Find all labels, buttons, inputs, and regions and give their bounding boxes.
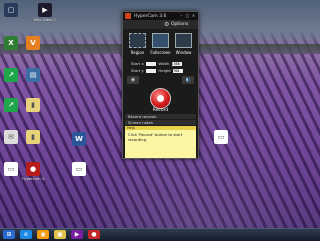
desktop-icon-label: HyperCam 3 — [22, 177, 44, 181]
fullscreen-icon — [152, 33, 169, 48]
hypercam-taskbar-icon[interactable]: ● — [88, 230, 100, 239]
file-icon: ▭ — [4, 162, 18, 176]
desktop-icon-label: Miro Video Converter — [34, 18, 56, 22]
file-icon: ▭ — [72, 162, 86, 176]
screen-notes-section[interactable]: Screen notes — [125, 120, 196, 125]
start-y-input[interactable] — [145, 69, 156, 73]
start-x-input[interactable] — [145, 62, 156, 66]
file-icon: ▭ — [214, 130, 228, 144]
region-label: Region — [130, 50, 145, 55]
fullscreen-label: Fullscreen — [150, 50, 171, 55]
window-label: Window — [175, 50, 192, 55]
v-app-icon: V — [26, 36, 40, 50]
desktop-icon[interactable]: ▮ — [22, 98, 44, 113]
video-converter-icon: ▶ — [38, 3, 52, 17]
excel-icon: X — [4, 36, 18, 50]
desktop-icon[interactable]: ▮ — [22, 130, 44, 145]
minimize-button[interactable]: – — [179, 13, 184, 18]
hypercam-window: HyperCam 3.6 – □ × ⚙ Options Region Full… — [122, 11, 199, 159]
options-menu[interactable]: Options — [171, 22, 188, 27]
desktop-icon[interactable]: ▢ — [0, 3, 22, 18]
title-bar[interactable]: HyperCam 3.6 – □ × — [123, 12, 198, 20]
window-mode-button[interactable]: Window — [173, 31, 194, 58]
start-button[interactable]: ⊞ — [3, 230, 15, 239]
record-label: Record — [152, 108, 169, 113]
desktop-icon[interactable]: ● HyperCam 3 — [22, 162, 44, 181]
maximize-button[interactable]: □ — [185, 13, 190, 18]
desktop-icon[interactable]: ▶Miro Video Converter — [34, 3, 56, 22]
desktop-icon[interactable]: ▭ — [210, 130, 232, 145]
desktop-icon[interactable]: ▤ — [22, 68, 44, 83]
window-icon — [175, 33, 192, 48]
menu-bar: ⚙ Options — [123, 20, 198, 29]
desktop-icon[interactable]: V — [22, 36, 44, 51]
ie-icon[interactable]: e — [20, 230, 32, 239]
help-panel: Click 'Record' button to start recording… — [125, 130, 196, 158]
media-player-icon[interactable]: ▶ — [71, 230, 83, 239]
word-icon: W — [72, 132, 86, 146]
document-icon: ▤ — [26, 68, 40, 82]
app-icon: ▢ — [4, 3, 18, 17]
shortcut-icon: ↗ — [4, 98, 18, 112]
fullscreen-mode-button[interactable]: Fullscreen — [150, 31, 171, 58]
mail-icon: ✉ — [4, 130, 18, 144]
height-label: Height — [158, 68, 171, 73]
close-button[interactable]: × — [191, 13, 196, 18]
recent-records-section[interactable]: Recent records — [125, 114, 196, 119]
record-button[interactable] — [150, 88, 171, 109]
desktop-icon[interactable]: W — [68, 132, 90, 147]
audio-icon[interactable]: ◐ — [182, 76, 194, 84]
region-icon — [129, 33, 146, 48]
start-x-row: Start x Width 1366 — [131, 61, 182, 66]
desktop-icon[interactable]: ▭ — [0, 162, 22, 177]
region-mode-button[interactable]: Region — [127, 31, 148, 58]
explorer-icon[interactable]: ▣ — [54, 230, 66, 239]
help-text: Click 'Record' button to start recording… — [128, 132, 183, 142]
height-input[interactable]: 768 — [173, 69, 184, 73]
width-input[interactable]: 1366 — [171, 62, 182, 66]
gear-icon[interactable]: ⚙ — [164, 21, 169, 28]
desktop-icon[interactable]: ↗ — [0, 98, 22, 113]
desktop-icon[interactable]: ↗ — [0, 68, 22, 83]
webcam-icon[interactable]: ◉ — [127, 76, 139, 84]
hypercam-icon: ● — [26, 162, 40, 176]
width-label: Width — [158, 61, 170, 66]
desktop-icon[interactable]: X — [0, 36, 22, 51]
start-y-label: Start y — [131, 68, 144, 73]
folder-icon: ▮ — [26, 130, 40, 144]
window-title: HyperCam 3.6 — [134, 13, 167, 19]
taskbar: ⊞ e ◉ ▣ ▶ ● — [0, 228, 320, 241]
desktop-icon[interactable]: ✉ — [0, 130, 22, 145]
desktop-icon[interactable]: ▭ — [68, 162, 90, 177]
hypercam-app-icon — [125, 13, 131, 19]
start-x-label: Start x — [131, 61, 144, 66]
folder-icon: ▮ — [26, 98, 40, 112]
shortcut-icon: ↗ — [4, 68, 18, 82]
chrome-icon[interactable]: ◉ — [37, 230, 49, 239]
start-y-row: Start y Height 768 — [131, 68, 184, 73]
